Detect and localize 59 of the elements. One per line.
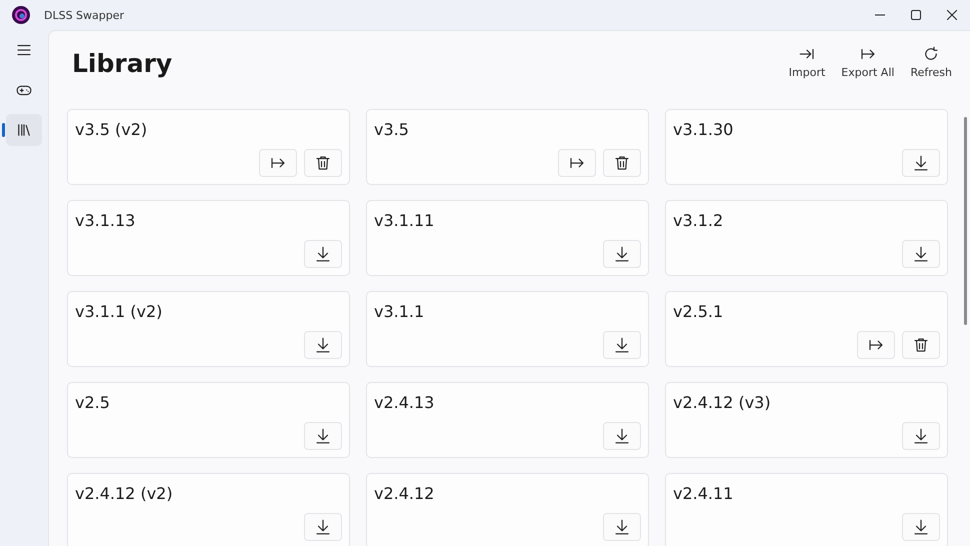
- version-label: v2.4.11: [673, 484, 734, 503]
- version-label: v3.1.1: [374, 302, 426, 321]
- toolbar-button[interactable]: Import: [782, 45, 832, 79]
- version-label: v3.1.13: [75, 211, 136, 230]
- download-button[interactable]: [902, 149, 940, 177]
- download-icon: [314, 245, 332, 263]
- app-logo-icon: [12, 6, 30, 24]
- download-button[interactable]: [304, 240, 342, 268]
- download-button[interactable]: [902, 422, 940, 450]
- toolbar-button[interactable]: Refresh: [904, 45, 958, 79]
- version-label: v2.5.1: [673, 302, 724, 321]
- version-label: v2.4.12 (v3): [673, 393, 772, 412]
- version-label: v3.1.1 (v2): [75, 302, 164, 321]
- version-label: v2.4.12: [374, 484, 436, 503]
- download-icon: [912, 427, 930, 445]
- download-icon: [613, 245, 631, 263]
- library-icon: [15, 121, 33, 139]
- delete-button[interactable]: [603, 149, 641, 177]
- download-icon: [912, 154, 930, 172]
- download-button[interactable]: [603, 422, 641, 450]
- close-icon: [947, 10, 957, 20]
- download-icon: [314, 427, 332, 445]
- delete-button[interactable]: [304, 149, 342, 177]
- download-icon: [613, 336, 631, 354]
- version-label: v2.4.12 (v2): [75, 484, 174, 503]
- download-button[interactable]: [304, 331, 342, 359]
- version-label: v3.5: [374, 120, 410, 139]
- export-button[interactable]: [259, 149, 297, 177]
- download-button[interactable]: [902, 513, 940, 541]
- window-title: DLSS Swapper: [44, 8, 124, 22]
- version-label: v3.1.11: [374, 211, 436, 230]
- maximize-icon: [911, 10, 921, 20]
- download-button[interactable]: [902, 240, 940, 268]
- download-button[interactable]: [603, 240, 641, 268]
- version-label: v3.1.2: [673, 211, 724, 230]
- trash-icon: [912, 336, 930, 354]
- trash-icon: [613, 154, 631, 172]
- version-label: v3.5 (v2): [75, 120, 148, 139]
- download-icon: [314, 336, 332, 354]
- refresh-icon: [922, 45, 940, 63]
- version-label: v2.5: [75, 393, 111, 412]
- download-icon: [613, 427, 631, 445]
- page-title: Library: [72, 49, 172, 78]
- download-icon: [314, 518, 332, 536]
- export-button[interactable]: [558, 149, 596, 177]
- version-label: v2.4.13: [374, 393, 436, 412]
- export-button[interactable]: [857, 331, 895, 359]
- delete-button[interactable]: [902, 331, 940, 359]
- download-button[interactable]: [304, 513, 342, 541]
- version-label: v3.1.30: [673, 120, 734, 139]
- trash-icon: [314, 154, 332, 172]
- download-button[interactable]: [603, 331, 641, 359]
- download-icon: [912, 518, 930, 536]
- scrollbar[interactable]: [964, 117, 967, 325]
- download-button[interactable]: [603, 513, 641, 541]
- download-button[interactable]: [304, 422, 342, 450]
- download-icon: [613, 518, 631, 536]
- toolbar-button[interactable]: Export All: [835, 45, 900, 79]
- download-icon: [912, 245, 930, 263]
